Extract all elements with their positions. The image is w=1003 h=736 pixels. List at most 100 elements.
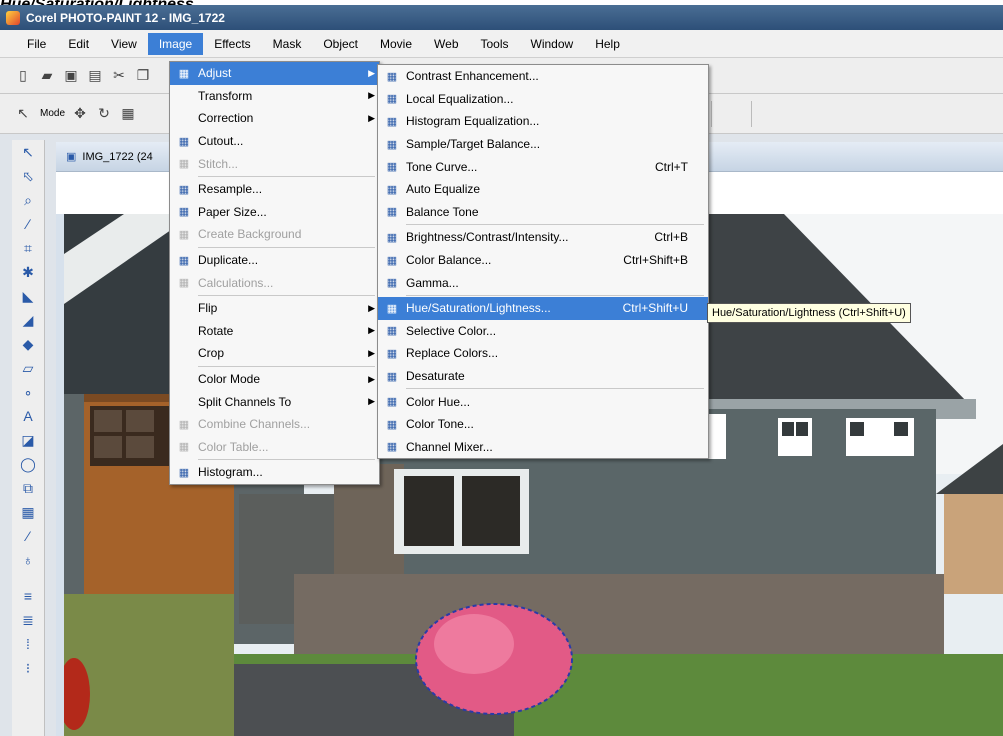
open-icon[interactable]: ▰ [36, 65, 58, 87]
menu-item-cutout[interactable]: ▦ Cutout... [170, 130, 379, 153]
brush-preset-icon[interactable]: ⁞ [12, 632, 44, 656]
menu-item-label: Replace Colors... [406, 346, 499, 361]
menu-item-transform[interactable]: Transform ▶ [170, 85, 379, 108]
submenu-arrow-icon: ▶ [368, 90, 375, 101]
line-tool-icon[interactable]: ⁄ [12, 524, 44, 548]
shape-tool-icon[interactable]: ◪ [12, 428, 44, 452]
duplicate-icon: ▦ [178, 254, 190, 267]
menu-view[interactable]: View [100, 33, 148, 55]
channel-mixer-icon: ▦ [386, 441, 398, 454]
menu-item-selective-color[interactable]: ▦ Selective Color... [378, 320, 708, 343]
menu-item-gamma[interactable]: ▦ Gamma... [378, 271, 708, 294]
menu-item-label: Create Background [198, 227, 302, 242]
menu-item-crop[interactable]: Crop ▶ [170, 342, 379, 365]
rectangle-tool-icon[interactable]: ⧉ [12, 476, 44, 500]
brush-preset-icon[interactable]: ≡ [12, 584, 44, 608]
menu-web[interactable]: Web [423, 33, 469, 55]
menu-item-label: Paper Size... [198, 204, 267, 219]
submenu-arrow-icon: ▶ [368, 396, 375, 407]
menu-item-balance-tone[interactable]: ▦ Balance Tone [378, 201, 708, 224]
copy-icon[interactable]: ❐ [132, 65, 154, 87]
move-icon[interactable]: ✥ [69, 103, 91, 125]
menu-item-paper-size[interactable]: ▦ Paper Size... [170, 201, 379, 224]
menu-edit[interactable]: Edit [57, 33, 100, 55]
menu-item-hue-saturation-lightness[interactable]: ▦ Hue/Saturation/Lightness... Ctrl+Shift+U [378, 296, 708, 320]
menu-item-label: Hue/Saturation/Lightness... [406, 301, 551, 316]
menu-item-color-tone[interactable]: ▦ Color Tone... [378, 413, 708, 436]
pick-tool-icon[interactable]: ↖ [12, 103, 34, 125]
menu-item-split-channels-to[interactable]: Split Channels To ▶ [170, 390, 379, 413]
menu-item-label: Resample... [198, 182, 263, 197]
grid-tool-icon[interactable]: ▦ [12, 500, 44, 524]
menu-file[interactable]: File [16, 33, 57, 55]
zoom-tool-icon[interactable]: ⌕ [12, 188, 44, 212]
menu-item-color-mode[interactable]: Color Mode ▶ [170, 368, 379, 391]
clone-tool-icon[interactable]: ◢ [12, 308, 44, 332]
menu-item-label: Desaturate [406, 369, 465, 384]
menu-item-tone-curve[interactable]: ▦ Tone Curve... Ctrl+T [378, 155, 708, 178]
rotate-icon[interactable]: ↻ [93, 103, 115, 125]
ellipse-tool-icon[interactable]: ◯ [12, 452, 44, 476]
menu-item-rotate[interactable]: Rotate ▶ [170, 320, 379, 343]
mask-tool-icon[interactable]: ✱ [12, 260, 44, 284]
menu-window[interactable]: Window [520, 33, 585, 55]
effect-tool-icon[interactable]: ∘ [12, 380, 44, 404]
menu-item-brightness-contrast-intensity[interactable]: ▦ Brightness/Contrast/Intensity... Ctrl+B [378, 226, 708, 249]
text-tool-icon[interactable]: A [12, 404, 44, 428]
menu-item-combine-channels: ▦ Combine Channels... [170, 413, 379, 436]
blank-icon [176, 372, 192, 386]
menu-item-desaturate[interactable]: ▦ Desaturate [378, 365, 708, 388]
light-tool-icon[interactable]: ♁ [12, 548, 44, 572]
menu-item-label: Contrast Enhancement... [406, 69, 539, 84]
replace-colors-icon: ▦ [386, 347, 398, 360]
menu-help[interactable]: Help [584, 33, 631, 55]
menu-item-label: Balance Tone [406, 204, 479, 219]
resample-icon: ▦ [178, 183, 190, 196]
menu-item-flip[interactable]: Flip ▶ [170, 297, 379, 320]
menu-item-adjust[interactable]: ▦ Adjust ▶ [170, 62, 379, 85]
menu-item-resample[interactable]: ▦ Resample... [170, 178, 379, 201]
menu-item-histogram-equalization[interactable]: ▦ Histogram Equalization... [378, 110, 708, 133]
eraser-tool-icon[interactable]: ▱ [12, 356, 44, 380]
brush-preset-icon[interactable]: ⁝ [12, 656, 44, 680]
menu-item-histogram[interactable]: ▦ Histogram... [170, 461, 379, 484]
menu-item-contrast-enhancement[interactable]: ▦ Contrast Enhancement... [378, 65, 708, 88]
menu-item-label: Selective Color... [406, 323, 497, 338]
menu-item-correction[interactable]: Correction ▶ [170, 107, 379, 130]
cut-icon[interactable]: ✂ [108, 65, 130, 87]
menu-object[interactable]: Object [312, 33, 369, 55]
scissors-icon: ▦ [178, 135, 190, 148]
stitch-icon: ▦ [178, 158, 190, 171]
brush-tool-icon[interactable]: ◣ [12, 284, 44, 308]
menu-separator [198, 175, 375, 177]
menu-mask[interactable]: Mask [262, 33, 313, 55]
menu-separator [198, 365, 375, 367]
menu-image[interactable]: Image [147, 32, 204, 55]
brush-preset-icon[interactable]: ≣ [12, 608, 44, 632]
fill-tool-icon[interactable]: ◆ [12, 332, 44, 356]
menu-item-channel-mixer[interactable]: ▦ Channel Mixer... [378, 436, 708, 459]
menu-effects[interactable]: Effects [203, 33, 261, 55]
menu-item-replace-colors[interactable]: ▦ Replace Colors... [378, 342, 708, 365]
menu-item-duplicate[interactable]: ▦ Duplicate... [170, 249, 379, 272]
object-pick-icon[interactable]: ⬁ [12, 164, 44, 188]
new-document-icon[interactable]: ▯ [12, 65, 34, 87]
distort-icon[interactable]: ▦ [117, 103, 139, 125]
menu-item-color-balance[interactable]: ▦ Color Balance... Ctrl+Shift+B [378, 249, 708, 272]
contrast-icon: ▦ [386, 70, 398, 83]
menu-item-color-hue[interactable]: ▦ Color Hue... [378, 390, 708, 413]
pick-tool-icon[interactable]: ↖ [12, 140, 44, 164]
histogram-eq-icon: ▦ [386, 115, 398, 128]
menu-item-auto-equalize[interactable]: ▦ Auto Equalize [378, 178, 708, 201]
dropper-tool-icon[interactable]: ∕ [12, 212, 44, 236]
print-icon[interactable]: ▤ [84, 65, 106, 87]
save-icon[interactable]: ▣ [60, 65, 82, 87]
menu-item-label: Auto Equalize [406, 182, 481, 197]
menu-movie[interactable]: Movie [369, 33, 423, 55]
app-icon [6, 10, 20, 25]
menu-item-sample-target-balance[interactable]: ▦ Sample/Target Balance... [378, 133, 708, 156]
crop-tool-icon[interactable]: ⌗ [12, 236, 44, 260]
menu-item-local-equalization[interactable]: ▦ Local Equalization... [378, 88, 708, 111]
menu-tools[interactable]: Tools [470, 33, 520, 55]
toolbox: ↖ ⬁ ⌕ ∕ ⌗ ✱ ◣ ◢ ◆ ▱ ∘ A ◪ ◯ ⧉ ▦ ⁄ ♁ ≡ ≣ … [12, 140, 45, 736]
